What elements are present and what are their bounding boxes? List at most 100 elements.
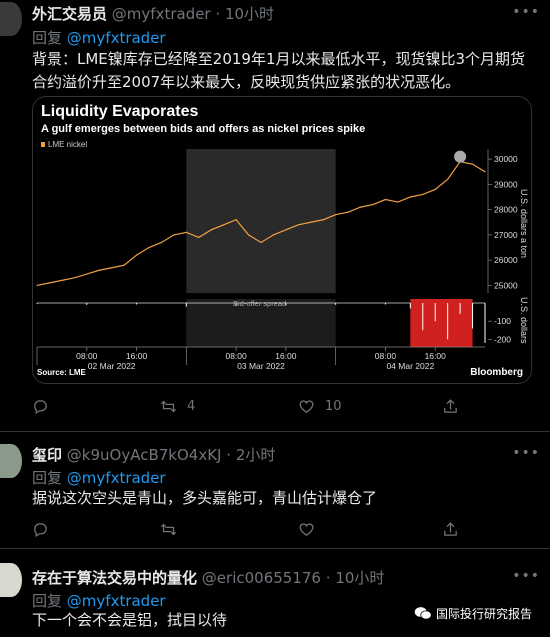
x-date-label: 04 Mar 2022 — [386, 361, 434, 371]
series-point — [359, 206, 362, 208]
tweet-header: 玺印 @k9uOyAcB7kO4xKJ · 2小时 — [32, 444, 275, 465]
series-point — [471, 163, 474, 165]
series-point — [210, 229, 212, 231]
author-handle[interactable]: @myfxtrader — [112, 5, 211, 23]
comment-icon — [34, 523, 47, 538]
reply-mention[interactable]: @myfxtrader — [67, 592, 166, 610]
timestamp[interactable]: 10小时 — [335, 569, 384, 587]
avatar[interactable] — [0, 2, 22, 36]
watermark-text: 国际投行研究报告 — [435, 607, 532, 621]
series-point — [272, 234, 275, 236]
chart-subtitle: A gulf emerges between bids and offers a… — [41, 123, 366, 135]
share-button[interactable] — [442, 398, 459, 415]
series-point — [372, 203, 374, 206]
reply-button[interactable] — [32, 398, 49, 415]
heart-icon — [299, 523, 314, 536]
y-tick-label: 27000 — [494, 230, 518, 240]
peak-marker — [454, 150, 467, 163]
more-icon[interactable]: ••• — [512, 445, 540, 461]
series-point — [260, 241, 262, 244]
author-name[interactable]: 外汇交易员 — [32, 5, 107, 23]
tweet-header: 外汇交易员 @myfxtrader · 10小时 — [32, 3, 274, 24]
series-point — [247, 234, 250, 236]
author-name[interactable]: 存在于算法交易中的量化 — [32, 569, 197, 587]
series-point — [235, 219, 237, 221]
x-tick-label: 16:00 — [425, 351, 447, 361]
y-tick-label: 26000 — [494, 255, 518, 265]
avatar[interactable] — [0, 444, 22, 478]
more-icon[interactable]: ••• — [512, 4, 540, 20]
reply-context: 回复 @myfxtrader — [32, 590, 166, 611]
tweet-actions — [32, 521, 472, 541]
wechat-icon — [414, 607, 432, 620]
y-tick-label: 25000 — [494, 280, 518, 290]
reply-prefix: 回复 — [32, 469, 63, 487]
series-point — [185, 231, 187, 233]
chart-legend: LME nickel — [41, 140, 87, 149]
y2-axis-label: U.S. dollars — [519, 297, 529, 344]
spread-highlight — [410, 299, 473, 347]
series-point — [409, 196, 411, 198]
share-button[interactable] — [442, 521, 459, 538]
reply-context: 回复 @myfxtrader — [32, 27, 166, 48]
comment-icon — [34, 400, 47, 415]
x-date-label: 02 Mar 2022 — [88, 361, 136, 371]
series-point — [285, 229, 287, 231]
spread-panel-label: Bid-offer spread — [233, 299, 286, 308]
separator: · — [325, 569, 331, 587]
tweet-main[interactable]: 外汇交易员 @myfxtrader · 10小时 ••• 回复 @myfxtra… — [0, 0, 550, 432]
retweet-count: 4 — [187, 399, 196, 414]
chart-source: Source: LME — [37, 368, 86, 377]
shaded-region — [186, 149, 336, 293]
avatar[interactable] — [0, 563, 22, 597]
retweet-icon — [160, 400, 177, 413]
series-point — [98, 269, 100, 271]
series-point — [135, 254, 138, 256]
series-point — [422, 193, 424, 196]
reply-prefix: 回复 — [32, 592, 63, 610]
share-icon — [444, 399, 457, 413]
x-date-label: 03 Mar 2022 — [237, 361, 285, 371]
y2-tick-label: -100 — [494, 316, 511, 326]
retweet-icon — [160, 523, 177, 536]
tweet-reply[interactable]: 玺印 @k9uOyAcB7kO4xKJ · 2小时 ••• 回复 @myfxtr… — [0, 432, 550, 548]
series-point — [484, 171, 486, 173]
reply-prefix: 回复 — [32, 29, 63, 47]
x-tick-label: 08:00 — [76, 351, 98, 361]
reply-button[interactable] — [32, 521, 49, 538]
author-handle[interactable]: @k9uOyAcB7kO4xKJ — [67, 446, 222, 464]
series-point — [434, 188, 436, 191]
author-handle[interactable]: @eric00655176 — [202, 569, 321, 587]
like-button[interactable] — [298, 521, 315, 538]
series-point — [73, 277, 75, 279]
reply-mention[interactable]: @myfxtrader — [67, 29, 166, 47]
reply-context: 回复 @myfxtrader — [32, 467, 166, 488]
more-icon[interactable]: ••• — [512, 568, 540, 584]
series-point — [111, 267, 113, 269]
retweet-button[interactable]: 4 — [160, 398, 195, 415]
series-point — [160, 241, 163, 244]
series-point — [123, 264, 125, 266]
chart-image[interactable]: 30000 29000 28000 27000 26000 25000 U.S. dolla… — [32, 96, 532, 384]
series-point — [347, 211, 349, 213]
like-button[interactable]: 10 — [298, 398, 342, 415]
x-tick-label: 16:00 — [275, 351, 297, 361]
series-point — [335, 214, 337, 216]
y-tick-label: 28000 — [494, 205, 518, 215]
author-name[interactable]: 玺印 — [32, 446, 62, 464]
series-point — [36, 284, 38, 287]
retweet-button[interactable] — [160, 521, 177, 538]
reply-mention[interactable]: @myfxtrader — [67, 469, 166, 487]
x-tick-label: 16:00 — [126, 351, 148, 361]
tweet-reply[interactable]: 存在于算法交易中的量化 @eric00655176 · 10小时 ••• 回复 … — [0, 549, 550, 637]
legend-swatch — [41, 142, 45, 147]
timestamp[interactable]: 10小时 — [225, 5, 274, 23]
x-tick-label: 08:00 — [375, 351, 397, 361]
series-point — [384, 198, 387, 201]
series-point — [397, 201, 399, 203]
separator: · — [226, 446, 232, 464]
timestamp[interactable]: 2小时 — [236, 446, 276, 464]
series-point — [198, 236, 200, 239]
tweet-header: 存在于算法交易中的量化 @eric00655176 · 10小时 — [32, 567, 384, 588]
series-point — [297, 224, 299, 226]
